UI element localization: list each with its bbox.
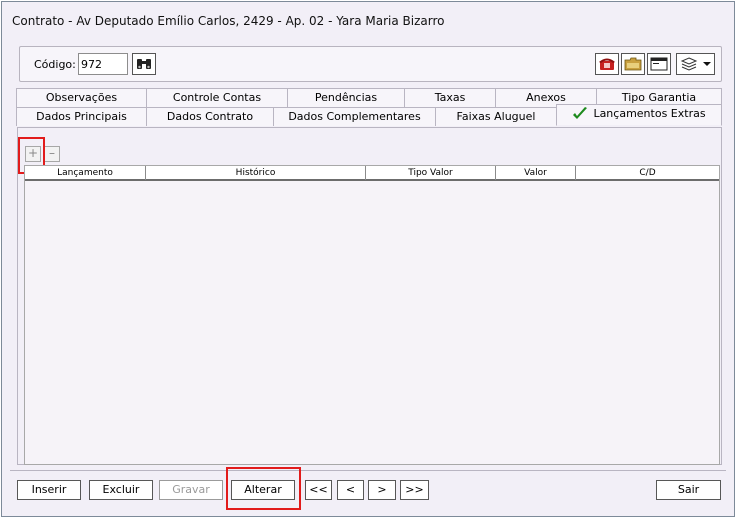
col-cd[interactable]: C/D bbox=[576, 166, 719, 180]
last-record-button[interactable]: >> bbox=[400, 480, 429, 500]
tab-controle-contas[interactable]: Controle Contas bbox=[146, 88, 288, 107]
tab-dados-principais[interactable]: Dados Principais bbox=[16, 107, 147, 126]
tab-lancamentos-extras-label: Lançamentos Extras bbox=[593, 107, 706, 120]
phone-icon bbox=[599, 58, 615, 70]
title-bar: Contrato - Av Deputado Emílio Carlos, 24… bbox=[2, 2, 734, 38]
window-button[interactable] bbox=[647, 53, 671, 75]
folder-icon bbox=[624, 57, 642, 71]
sair-button[interactable]: Sair bbox=[656, 480, 721, 500]
code-input[interactable] bbox=[78, 53, 128, 75]
folder-button[interactable] bbox=[621, 53, 645, 75]
tab-dados-complementares[interactable]: Dados Complementares bbox=[273, 107, 436, 126]
lancamentos-grid[interactable]: Lançamento Histórico Tipo Valor Valor C/… bbox=[24, 165, 720, 465]
prev-record-button[interactable]: < bbox=[337, 480, 364, 500]
search-button[interactable] bbox=[132, 53, 156, 75]
tab-faixas-aluguel[interactable]: Faixas Aluguel bbox=[435, 107, 557, 126]
layers-icon bbox=[680, 57, 697, 71]
tab-observacoes[interactable]: Observações bbox=[16, 88, 147, 107]
binoculars-icon bbox=[137, 59, 151, 69]
first-record-button[interactable]: << bbox=[305, 480, 332, 500]
col-historico[interactable]: Histórico bbox=[146, 166, 366, 180]
col-tipo-valor[interactable]: Tipo Valor bbox=[366, 166, 496, 180]
phone-button[interactable] bbox=[595, 53, 619, 75]
col-lancamento[interactable]: Lançamento bbox=[25, 166, 146, 180]
tab-pendencias[interactable]: Pendências bbox=[287, 88, 405, 107]
alterar-button-highlight bbox=[226, 467, 301, 510]
next-record-button[interactable]: > bbox=[368, 480, 396, 500]
gravar-button[interactable]: Gravar bbox=[159, 480, 223, 500]
col-valor[interactable]: Valor bbox=[496, 166, 576, 180]
remove-button[interactable]: – bbox=[44, 146, 60, 162]
excluir-button[interactable]: Excluir bbox=[89, 480, 153, 500]
checkmark-icon bbox=[573, 107, 588, 119]
layers-dropdown-button[interactable] bbox=[676, 53, 715, 75]
inserir-button[interactable]: Inserir bbox=[17, 480, 81, 500]
tab-dados-contrato[interactable]: Dados Contrato bbox=[146, 107, 274, 126]
window-title: Contrato - Av Deputado Emílio Carlos, 24… bbox=[12, 14, 445, 28]
tab-taxas[interactable]: Taxas bbox=[404, 88, 496, 107]
grid-header: Lançamento Histórico Tipo Valor Valor C/… bbox=[25, 166, 719, 181]
code-panel: Código: bbox=[19, 46, 722, 82]
tab-lancamentos-extras[interactable]: Lançamentos Extras bbox=[556, 104, 722, 126]
code-label: Código: bbox=[34, 58, 76, 71]
chevron-down-icon bbox=[702, 62, 711, 66]
window-icon bbox=[650, 57, 668, 71]
